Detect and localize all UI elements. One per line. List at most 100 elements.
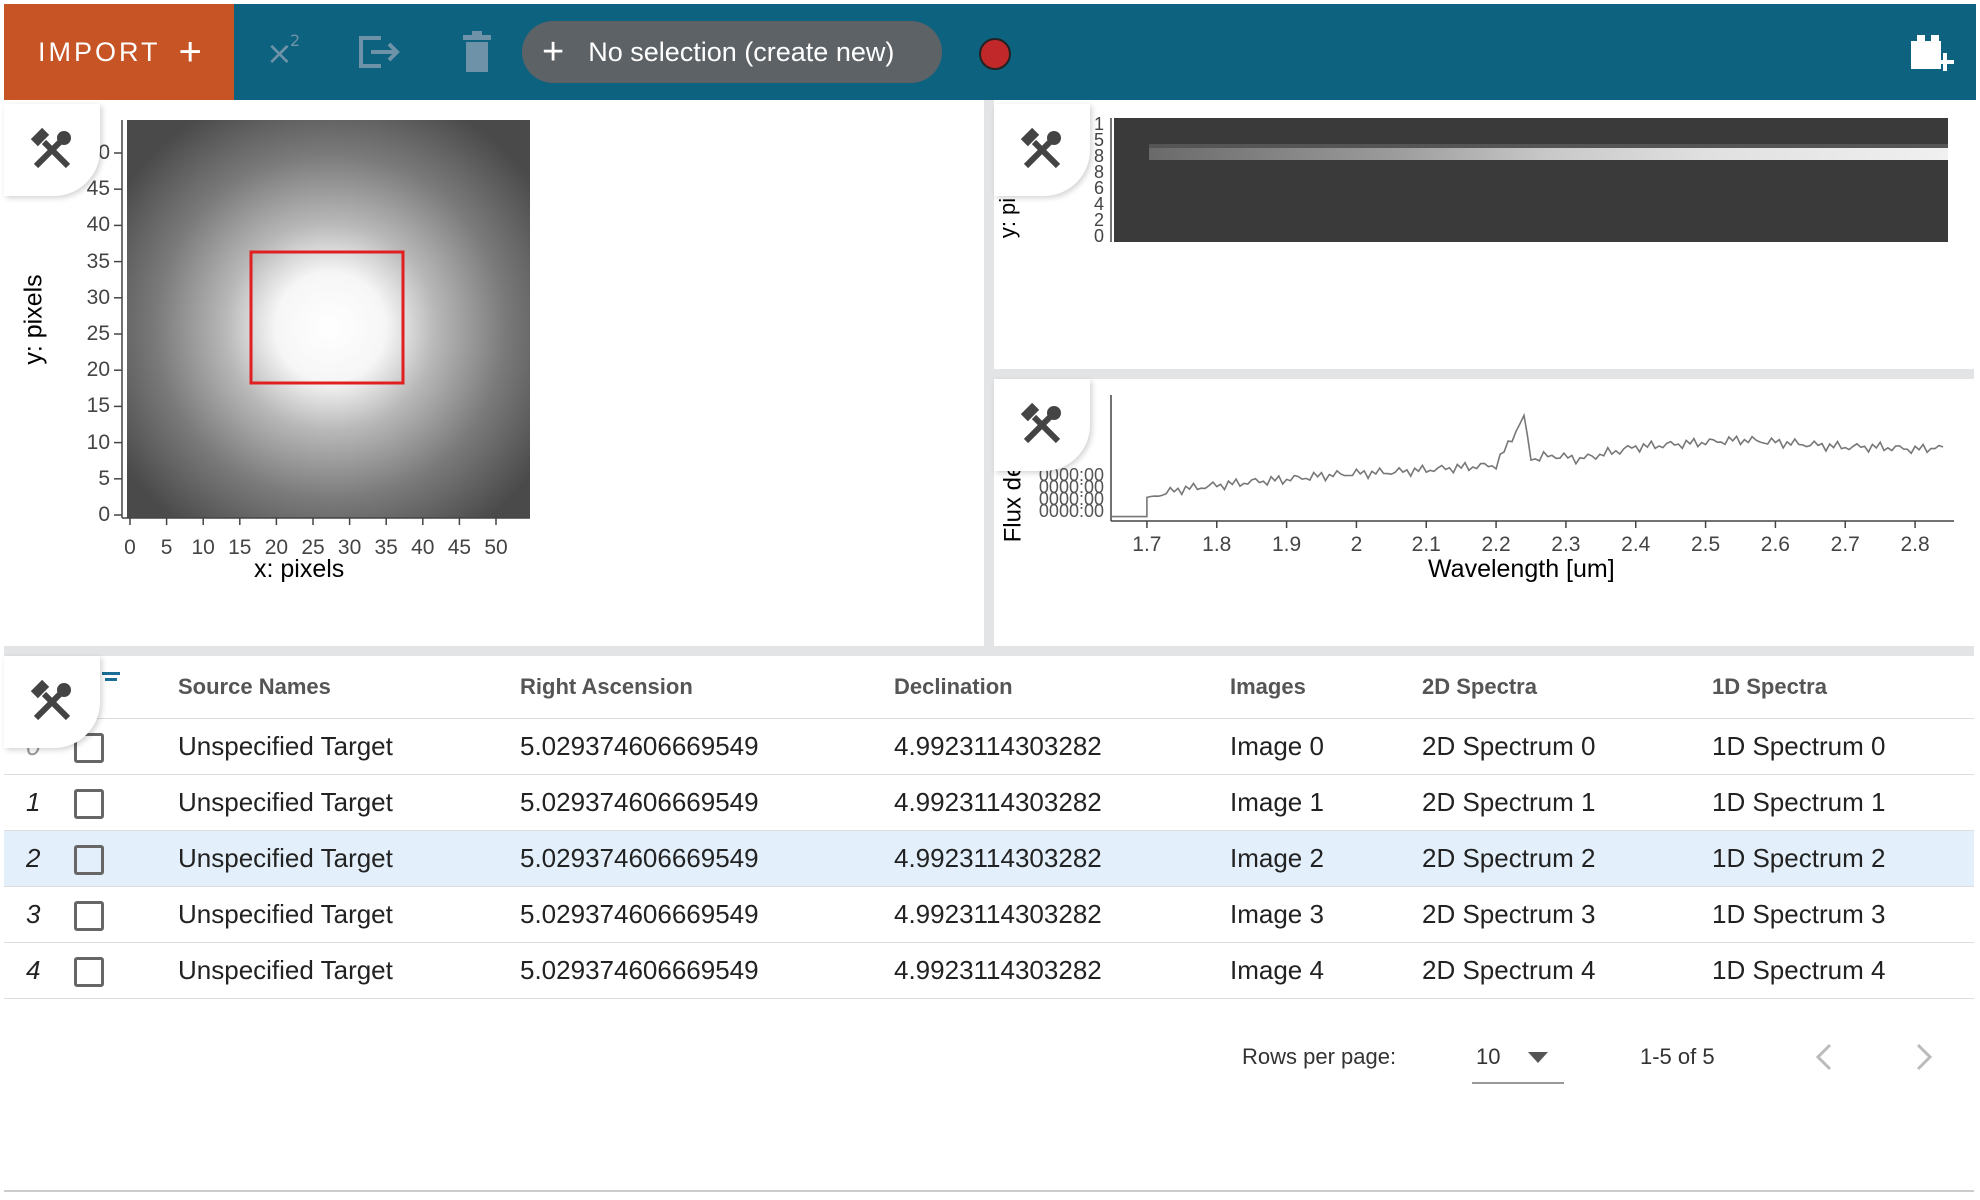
subset-mode-indicator[interactable] [979, 38, 1011, 70]
table-row[interactable]: 1 Unspecified Target 5.029374606669549 4… [4, 774, 1974, 831]
header-source-names[interactable]: Source Names [178, 656, 520, 719]
y-tick-label: 30 [86, 285, 110, 309]
header-declination[interactable]: Declination [894, 656, 1230, 719]
spectrum-line [1112, 412, 1944, 518]
svg-text:×: × [266, 34, 293, 72]
viewer-tools-button[interactable] [994, 104, 1090, 196]
table-row[interactable]: 0 Unspecified Target 5.029374606669549 4… [4, 718, 1974, 775]
header-images[interactable]: Images [1230, 656, 1422, 719]
header-1d-spectra[interactable]: 1D Spectra [1712, 656, 1974, 719]
y-tick-label: 40 [86, 213, 110, 237]
cell-spec2d: 2D Spectrum 0 [1422, 718, 1712, 775]
row-checkbox[interactable] [74, 844, 104, 875]
rows-per-page-value: 10 [1476, 1044, 1501, 1069]
image-canvas [127, 120, 530, 518]
x-tick-label: 40 [411, 536, 435, 559]
cell-source-name: Unspecified Target [178, 718, 520, 775]
panel-divider [994, 369, 1974, 379]
app-toolbar: IMPORT + × 2 + No selection (create new) [4, 4, 1976, 100]
x-tick-label: 2.1 [1411, 533, 1441, 556]
table-tools-button[interactable] [4, 656, 100, 748]
header-2d-spectra[interactable]: 2D Spectra [1422, 656, 1712, 719]
page-range: 1-5 of 5 [1640, 1044, 1715, 1069]
row-index: 4 [4, 942, 74, 999]
spectrum1d-xlabel: Wavelength [um] [1428, 555, 1615, 583]
x-tick-label: 10 [191, 536, 215, 559]
cell-source-name: Unspecified Target [178, 886, 520, 943]
cell-image: Image 4 [1230, 942, 1422, 999]
chevron-right-icon[interactable] [1914, 1042, 1934, 1072]
x-tick-label: 0 [124, 536, 136, 559]
viewer-tools-button[interactable] [994, 379, 1090, 471]
cell-ra: 5.029374606669549 [520, 886, 894, 943]
cell-source-name: Unspecified Target [178, 830, 520, 887]
row-checkbox[interactable] [74, 788, 104, 819]
add-viewer-icon[interactable] [1904, 24, 1960, 80]
cell-image: Image 0 [1230, 718, 1422, 775]
y-tick-label: 20 [86, 358, 110, 382]
cell-spec1d: 1D Spectrum 0 [1712, 718, 1974, 775]
cell-spec2d: 2D Spectrum 2 [1422, 830, 1712, 887]
x-tick-label: 1.8 [1202, 533, 1232, 556]
x-tick-label: 2.7 [1830, 533, 1860, 556]
cell-spec2d: 2D Spectrum 3 [1422, 886, 1712, 943]
y-tick-label: 0000:00 [1038, 501, 1104, 521]
y-tick-label: 5 [98, 466, 110, 490]
y-tick-label: 10 [86, 430, 110, 454]
mos-table: Source Names Right Ascension Declination… [4, 656, 1974, 1196]
cell-dec: 4.9923114303282 [894, 886, 1230, 943]
table-row-highlighted[interactable]: 2 Unspecified Target 5.029374606669549 4… [4, 830, 1974, 887]
row-checkbox[interactable] [74, 956, 104, 987]
y-tick-label: 0 [98, 503, 110, 526]
cell-spec2d: 2D Spectrum 1 [1422, 774, 1712, 831]
header-right-ascension[interactable]: Right Ascension [520, 656, 894, 719]
y-tick-label: 25 [86, 322, 110, 345]
cell-dec: 4.9923114303282 [894, 774, 1230, 831]
spectrum1d-viewer: 1.7 1.8 1.9 2 2.1 2.2 2.3 2.4 2.5 2.6 2.7 2.8 0000:0… [994, 379, 1974, 646]
table-header-row: Source Names Right Ascension Declination… [4, 656, 1974, 719]
x-tick-label: 50 [484, 536, 508, 559]
x-tick-label: 1.9 [1271, 533, 1302, 556]
cell-image: Image 1 [1230, 774, 1422, 831]
spectrum2d-ylabel: y: pi [995, 197, 1021, 239]
tools-icon [30, 680, 71, 721]
tools-icon [1020, 128, 1061, 169]
spectrum2d-viewer: y: pi 02468851 [994, 100, 1974, 369]
tools-icon [30, 128, 71, 169]
y-tick-label: 35 [86, 249, 110, 273]
cell-source-name: Unspecified Target [178, 774, 520, 831]
cell-ra: 5.029374606669549 [520, 942, 894, 999]
rows-per-page-label: Rows per page: [1242, 1044, 1397, 1069]
cell-spec2d: 2D Spectrum 4 [1422, 942, 1712, 999]
cell-dec: 4.9923114303282 [894, 942, 1230, 999]
trash-icon[interactable] [449, 24, 505, 80]
spectrum1d-ylabel: Flux de [999, 463, 1027, 543]
x-tick-label: 5 [160, 536, 173, 559]
subset-selection-dropdown[interactable]: + No selection (create new) [522, 21, 942, 83]
spectrum2d-canvas [1114, 118, 1948, 242]
image-viewer: 0 5 10 15 20 25 30 35 40 45 0 0 5 10 15 20 25 30 35 40 45 50… [4, 100, 984, 646]
row-checkbox[interactable] [74, 900, 104, 931]
cell-spec1d: 1D Spectrum 1 [1712, 774, 1974, 831]
table-row[interactable]: 4 Unspecified Target 5.029374606669549 4… [4, 942, 1974, 999]
footer-border [4, 1190, 1974, 1192]
cell-spec1d: 1D Spectrum 2 [1712, 830, 1974, 887]
viewer-tools-button[interactable] [4, 104, 100, 196]
x-tick-label: 45 [447, 536, 472, 559]
svg-text:2: 2 [290, 31, 300, 50]
cell-ra: 5.029374606669549 [520, 830, 894, 887]
plus-icon: + [178, 29, 202, 74]
plus-icon: + [542, 30, 565, 73]
chevron-left-icon[interactable] [1814, 1042, 1834, 1072]
table-pagination: Rows per page: 10 1-5 of 5 [4, 1030, 1974, 1090]
spectrum-trace [1149, 148, 1948, 160]
tools-icon [1020, 403, 1061, 444]
rows-per-page-select[interactable]: 10 [1472, 1030, 1564, 1084]
cell-spec1d: 1D Spectrum 3 [1712, 886, 1974, 943]
export-icon[interactable] [351, 24, 407, 80]
chevron-down-icon [1528, 1052, 1548, 1063]
x-squared-icon[interactable]: × 2 [258, 24, 314, 80]
import-button[interactable]: IMPORT + [4, 4, 234, 100]
row-index: 1 [4, 774, 74, 831]
table-row[interactable]: 3 Unspecified Target 5.029374606669549 4… [4, 886, 1974, 943]
